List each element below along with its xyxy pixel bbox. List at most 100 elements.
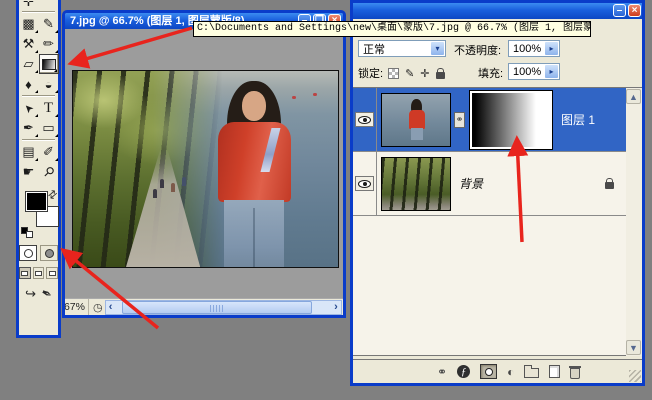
- quick-mask-mode-button[interactable]: [40, 245, 58, 261]
- statusbar-divider: [88, 299, 89, 315]
- color-swatch-area: ⇄: [19, 188, 58, 240]
- lock-paint-icon[interactable]: ✎: [405, 67, 414, 80]
- toolbar-divider: [22, 95, 55, 97]
- scrollbar-thumb[interactable]: [122, 301, 312, 314]
- document-statusbar: 66.67% ◷ ‹ ›: [65, 298, 343, 315]
- eye-icon: [358, 180, 371, 188]
- scrollbar-grip: [210, 305, 224, 312]
- notes-tool-icon[interactable]: ▤: [19, 142, 39, 162]
- add-layer-mask-button[interactable]: [480, 364, 497, 379]
- lock-label: 锁定:: [358, 65, 383, 81]
- hand-tool-icon[interactable]: ☛: [19, 162, 39, 182]
- gradient-mask: [472, 93, 550, 147]
- zoom-level-field[interactable]: 66.67%: [65, 299, 86, 315]
- fullscreen-menubar-mode-button[interactable]: [33, 267, 45, 279]
- scrollbar-track[interactable]: [116, 301, 331, 314]
- scroll-down-icon[interactable]: ▼: [626, 340, 641, 355]
- close-icon[interactable]: ×: [628, 4, 641, 17]
- delete-layer-icon[interactable]: [570, 368, 580, 379]
- mask-link-icon[interactable]: ⚭: [454, 112, 465, 128]
- image-document-window: 7.jpg @ 66.7% (图层 1, 图层蒙版/8) – ❐ ×: [62, 10, 346, 318]
- fullscreen-mode-button[interactable]: [46, 267, 58, 279]
- chevron-down-icon[interactable]: ▾: [430, 41, 445, 56]
- tool-palette: ✛ ⌒ ▩ ✎ ⚒ ✏ ▱ ♦ ◒ ➤ T ✒ ▭ ▤ ✐ ☛ ⚲ ⇄: [16, 0, 61, 338]
- type-tool-icon[interactable]: T: [39, 98, 59, 118]
- standard-screen-mode-button[interactable]: [19, 267, 31, 279]
- pedestrian-figure: [160, 179, 164, 188]
- layer-row-background[interactable]: 背景: [353, 152, 626, 216]
- lock-transparency-icon[interactable]: [388, 68, 399, 79]
- pedestrian-figure: [182, 177, 186, 186]
- panel-resize-grip[interactable]: [629, 370, 641, 382]
- shirt-pattern: [261, 128, 281, 172]
- layers-vertical-scrollbar[interactable]: ▲ ▼: [626, 87, 642, 356]
- imageready-logo-icon: ✒: [38, 284, 55, 303]
- gradient-tool-icon[interactable]: [39, 54, 59, 74]
- background-thumbnail[interactable]: [381, 157, 451, 211]
- layers-panel: – × 正常 ▾ 不透明度: 100% ▸ 锁定: ✎ ✛: [350, 0, 645, 386]
- woman-face: [242, 91, 266, 121]
- eye-icon: [358, 116, 371, 124]
- opacity-value-field[interactable]: 100% ▸: [508, 40, 560, 57]
- opacity-arrow-icon[interactable]: ▸: [544, 41, 559, 56]
- path-selection-tool-icon[interactable]: ➤: [19, 98, 39, 118]
- layer-locked-icon: [605, 182, 614, 189]
- blend-mode-select[interactable]: 正常 ▾: [358, 40, 446, 57]
- buoy-dot: [313, 93, 317, 96]
- woman-red-shirt: [218, 122, 290, 202]
- layer-name[interactable]: 背景: [459, 175, 483, 192]
- brush-tool-icon[interactable]: ✎: [39, 14, 59, 34]
- adjustment-layer-icon[interactable]: ◐: [507, 365, 514, 379]
- zoom-tool-icon[interactable]: ⚲: [39, 162, 59, 182]
- layer-style-icon[interactable]: ƒ: [457, 365, 470, 378]
- timer-status-icon: ◷: [93, 301, 103, 314]
- link-layers-icon[interactable]: ⚭: [437, 365, 447, 379]
- pen-tool-icon[interactable]: ✒: [19, 118, 39, 138]
- path-tooltip: C:\Documents and Settings\new\桌面\蒙版\7.jp…: [193, 21, 591, 37]
- photo-canvas[interactable]: [72, 70, 339, 268]
- default-colors-icon[interactable]: [21, 227, 33, 238]
- fill-label: 填充:: [478, 65, 503, 81]
- document-canvas[interactable]: [65, 29, 343, 298]
- layer-name[interactable]: 图层 1: [561, 111, 595, 128]
- standard-mode-button[interactable]: [19, 245, 37, 261]
- layer-row-layer1[interactable]: ⚭ 图层 1: [353, 88, 626, 152]
- fill-arrow-icon[interactable]: ▸: [544, 64, 559, 79]
- patch-tool-icon[interactable]: ▩: [19, 14, 39, 34]
- toolbar-divider: [22, 11, 55, 13]
- new-layer-icon[interactable]: [549, 365, 560, 378]
- move-tool-icon[interactable]: ✛: [19, 1, 39, 10]
- scroll-up-icon[interactable]: ▲: [626, 89, 641, 104]
- fill-value-field[interactable]: 100% ▸: [508, 63, 560, 80]
- layer-list: ⚭ 图层 1 背景: [353, 87, 626, 356]
- woman-jeans: [224, 200, 284, 267]
- visibility-toggle[interactable]: [355, 176, 374, 191]
- lock-position-icon[interactable]: ✛: [420, 67, 429, 80]
- jump-to-imageready-icon[interactable]: ↪: [25, 286, 36, 302]
- new-group-icon[interactable]: [524, 368, 539, 378]
- horizontal-scrollbar[interactable]: ‹ ›: [105, 300, 342, 315]
- layer-mask-thumbnail[interactable]: [469, 90, 553, 150]
- pedestrian-figure: [171, 183, 175, 192]
- desktop: 7.jpg @ 66.7% (图层 1, 图层蒙版/8) – ❐ ×: [0, 0, 652, 400]
- visibility-toggle[interactable]: [355, 112, 374, 127]
- toolbar-divider: [22, 139, 55, 141]
- clone-stamp-tool-icon[interactable]: ⚒: [19, 34, 39, 54]
- tool-grid: ✛ ⌒: [19, 1, 58, 10]
- lasso-tool-icon[interactable]: ⌒: [39, 1, 59, 10]
- minimize-button[interactable]: –: [613, 4, 626, 17]
- layer1-thumbnail[interactable]: [381, 93, 451, 147]
- blur-tool-icon[interactable]: ♦: [19, 74, 39, 94]
- eyedropper-tool-icon[interactable]: ✐: [39, 142, 59, 162]
- layers-panel-bottombar: ⚭ ƒ ◐: [353, 359, 642, 383]
- eraser-tool-icon[interactable]: ▱: [19, 54, 39, 74]
- pedestrian-figure: [153, 189, 157, 198]
- scroll-left-icon[interactable]: ‹: [106, 301, 116, 314]
- scroll-right-icon[interactable]: ›: [331, 301, 341, 314]
- history-brush-tool-icon[interactable]: ✏: [39, 34, 59, 54]
- lock-all-icon[interactable]: [436, 72, 445, 79]
- shape-tool-icon[interactable]: ▭: [39, 118, 59, 138]
- foreground-color-swatch[interactable]: [25, 191, 48, 212]
- layers-panel-titlebar[interactable]: – ×: [353, 3, 642, 19]
- dodge-tool-icon[interactable]: ◒: [39, 74, 59, 94]
